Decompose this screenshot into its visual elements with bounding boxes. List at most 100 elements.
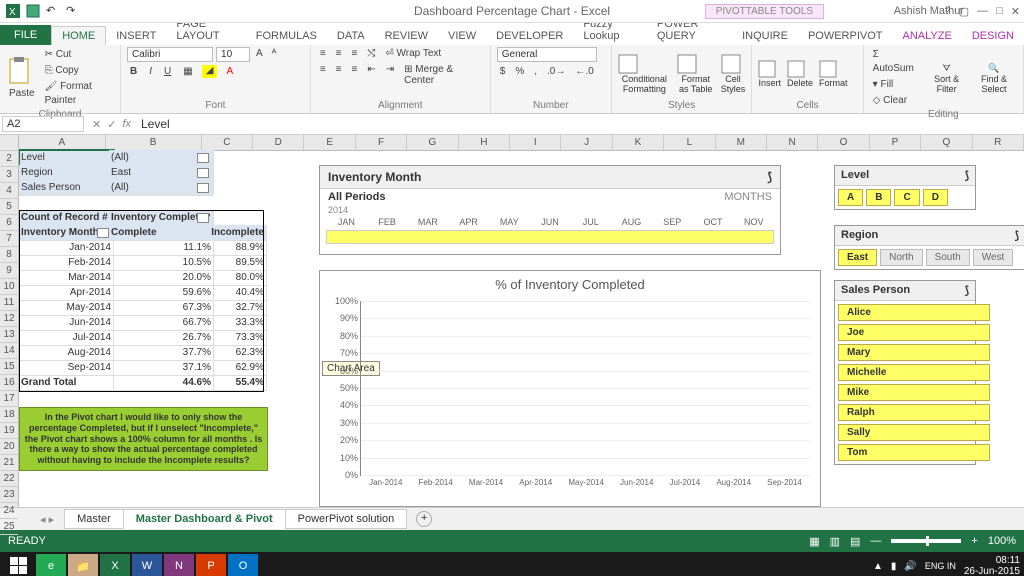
taskbar-powerpoint-icon[interactable]: P bbox=[196, 554, 226, 576]
filter-dropdown-icon[interactable] bbox=[197, 168, 209, 178]
fill-color-button[interactable]: ◢ bbox=[202, 65, 218, 78]
enter-formula-icon[interactable]: ✓ bbox=[107, 118, 116, 131]
fx-icon[interactable]: fx bbox=[122, 118, 131, 131]
shrink-font-icon[interactable]: ᴬ bbox=[269, 47, 280, 62]
close-icon[interactable]: ✕ bbox=[1011, 5, 1020, 18]
grow-font-icon[interactable]: A bbox=[253, 47, 266, 62]
find-select-button[interactable]: 🔍Find & Select bbox=[971, 63, 1017, 94]
cell[interactable]: 89.5% bbox=[209, 255, 267, 271]
cell[interactable]: 37.7% bbox=[109, 345, 214, 361]
taskbar-outlook-icon[interactable]: O bbox=[228, 554, 258, 576]
slicer-item[interactable]: C bbox=[894, 189, 919, 206]
slicer-item[interactable]: A bbox=[838, 189, 863, 206]
cell[interactable]: 73.3% bbox=[209, 330, 267, 346]
timeline-range-bar[interactable] bbox=[326, 230, 774, 244]
cell[interactable]: Incomplete bbox=[209, 225, 267, 241]
cell[interactable]: Region bbox=[19, 165, 114, 181]
tab-formulas[interactable]: FORMULAS bbox=[246, 27, 327, 45]
slicer-item[interactable]: East bbox=[838, 249, 877, 266]
paste-icon[interactable] bbox=[6, 57, 32, 87]
minimize-icon[interactable]: — bbox=[977, 5, 988, 18]
slicer-item[interactable]: Mike bbox=[838, 384, 990, 401]
tray-volume-icon[interactable]: 🔊 bbox=[904, 561, 916, 572]
cell[interactable]: Jan-2014 bbox=[19, 240, 114, 256]
fill-button[interactable]: ▾ Fill bbox=[870, 77, 919, 93]
align-left-icon[interactable]: ≡ bbox=[317, 63, 329, 87]
tray-time[interactable]: 08:11 bbox=[996, 555, 1020, 566]
cell[interactable]: 62.3% bbox=[209, 345, 267, 361]
taskbar-word-icon[interactable]: W bbox=[132, 554, 162, 576]
clear-filter-icon[interactable]: ⟆ bbox=[767, 170, 772, 184]
pivot-dropdown-icon[interactable] bbox=[97, 228, 109, 238]
slicer-level[interactable]: Level⟆ ABCD bbox=[834, 165, 976, 210]
view-pagebreak-icon[interactable]: ▤ bbox=[850, 535, 860, 548]
cell[interactable]: Feb-2014 bbox=[19, 255, 114, 271]
help-icon[interactable]: ? bbox=[945, 5, 951, 18]
cell[interactable]: Apr-2014 bbox=[19, 285, 114, 301]
indent-dec-icon[interactable]: ⇤ bbox=[364, 63, 378, 87]
pivot-dropdown-icon[interactable] bbox=[197, 213, 209, 223]
slicer-item[interactable]: North bbox=[880, 249, 922, 266]
slicer-item[interactable]: Michelle bbox=[838, 364, 990, 381]
cell[interactable]: Grand Total bbox=[19, 375, 114, 391]
cell[interactable]: 44.6% bbox=[109, 375, 214, 391]
percent-icon[interactable]: % bbox=[512, 65, 527, 78]
merge-center-button[interactable]: ⊞ Merge & Center bbox=[401, 63, 484, 87]
clear-filter-icon[interactable]: ⟆ bbox=[1015, 229, 1019, 242]
clear-button[interactable]: ◇ Clear bbox=[870, 93, 919, 109]
view-normal-icon[interactable]: ▦ bbox=[809, 535, 819, 548]
slicer-item[interactable]: Sally bbox=[838, 424, 990, 441]
cell[interactable]: 32.7% bbox=[209, 300, 267, 316]
slicer-item[interactable]: West bbox=[973, 249, 1014, 266]
slicer-item[interactable]: B bbox=[866, 189, 891, 206]
conditional-formatting-button[interactable]: Conditional Formatting bbox=[618, 54, 671, 94]
clear-filter-icon[interactable]: ⟆ bbox=[965, 169, 969, 182]
taskbar-ie-icon[interactable]: e bbox=[36, 554, 66, 576]
undo-icon[interactable]: ↶ bbox=[46, 4, 60, 18]
zoom-in-icon[interactable]: + bbox=[971, 535, 977, 547]
tray-date[interactable]: 26-Jun-2015 bbox=[964, 566, 1020, 576]
tab-view[interactable]: VIEW bbox=[438, 27, 486, 45]
delete-cells-button[interactable]: Delete bbox=[787, 60, 813, 88]
tab-design[interactable]: DESIGN bbox=[962, 27, 1024, 45]
slicer-region[interactable]: Region⟆ EastNorthSouthWest bbox=[834, 225, 1024, 270]
row-headers[interactable]: 2345678910111213141516171819202122232425 bbox=[0, 135, 19, 507]
redo-icon[interactable]: ↷ bbox=[66, 4, 80, 18]
cell[interactable]: 55.4% bbox=[209, 375, 267, 391]
cell[interactable]: Sales Person bbox=[19, 180, 114, 196]
cut-button[interactable]: ✂ Cut bbox=[42, 47, 114, 63]
tray-network-icon[interactable]: ▮ bbox=[891, 561, 897, 572]
column-headers[interactable]: ABCDEFGHIJKLMNOPQR bbox=[19, 135, 1024, 151]
ribbon-options-icon[interactable]: ▢ bbox=[959, 5, 969, 18]
bold-button[interactable]: B bbox=[127, 65, 140, 78]
indent-inc-icon[interactable]: ⇥ bbox=[383, 63, 397, 87]
align-center-icon[interactable]: ≡ bbox=[333, 63, 345, 87]
start-button[interactable] bbox=[4, 554, 34, 576]
format-as-table-button[interactable]: Format as Table bbox=[677, 54, 715, 94]
cell[interactable]: 11.1% bbox=[109, 240, 214, 256]
cell[interactable]: Aug-2014 bbox=[19, 345, 114, 361]
align-right-icon[interactable]: ≡ bbox=[349, 63, 361, 87]
cell-styles-button[interactable]: Cell Styles bbox=[721, 54, 746, 94]
filter-dropdown-icon[interactable] bbox=[197, 183, 209, 193]
copy-button[interactable]: ⎘ Copy bbox=[42, 63, 114, 79]
tab-powerpivot[interactable]: POWERPIVOT bbox=[798, 27, 893, 45]
paste-button[interactable]: Paste bbox=[6, 87, 38, 100]
tab-data[interactable]: DATA bbox=[327, 27, 375, 45]
zoom-out-icon[interactable]: — bbox=[870, 535, 881, 547]
sheet-tab[interactable]: Master Dashboard & Pivot bbox=[123, 509, 286, 529]
slicer-item[interactable]: Joe bbox=[838, 324, 990, 341]
tab-inquire[interactable]: INQUIRE bbox=[732, 27, 798, 45]
border-button[interactable]: ▦ bbox=[180, 65, 195, 78]
filter-dropdown-icon[interactable] bbox=[197, 153, 209, 163]
cell[interactable]: May-2014 bbox=[19, 300, 114, 316]
autosum-button[interactable]: Σ AutoSum bbox=[870, 47, 919, 77]
underline-button[interactable]: U bbox=[161, 65, 174, 78]
dec-decimal-icon[interactable]: ←.0 bbox=[572, 65, 596, 78]
cell[interactable]: Jun-2014 bbox=[19, 315, 114, 331]
number-format-select[interactable]: General bbox=[497, 47, 597, 62]
cell[interactable]: 37.1% bbox=[109, 360, 214, 376]
slicer-item[interactable]: Tom bbox=[838, 444, 990, 461]
tray-lang[interactable]: ENG IN bbox=[925, 562, 956, 571]
font-size-select[interactable]: 10 bbox=[216, 47, 250, 62]
